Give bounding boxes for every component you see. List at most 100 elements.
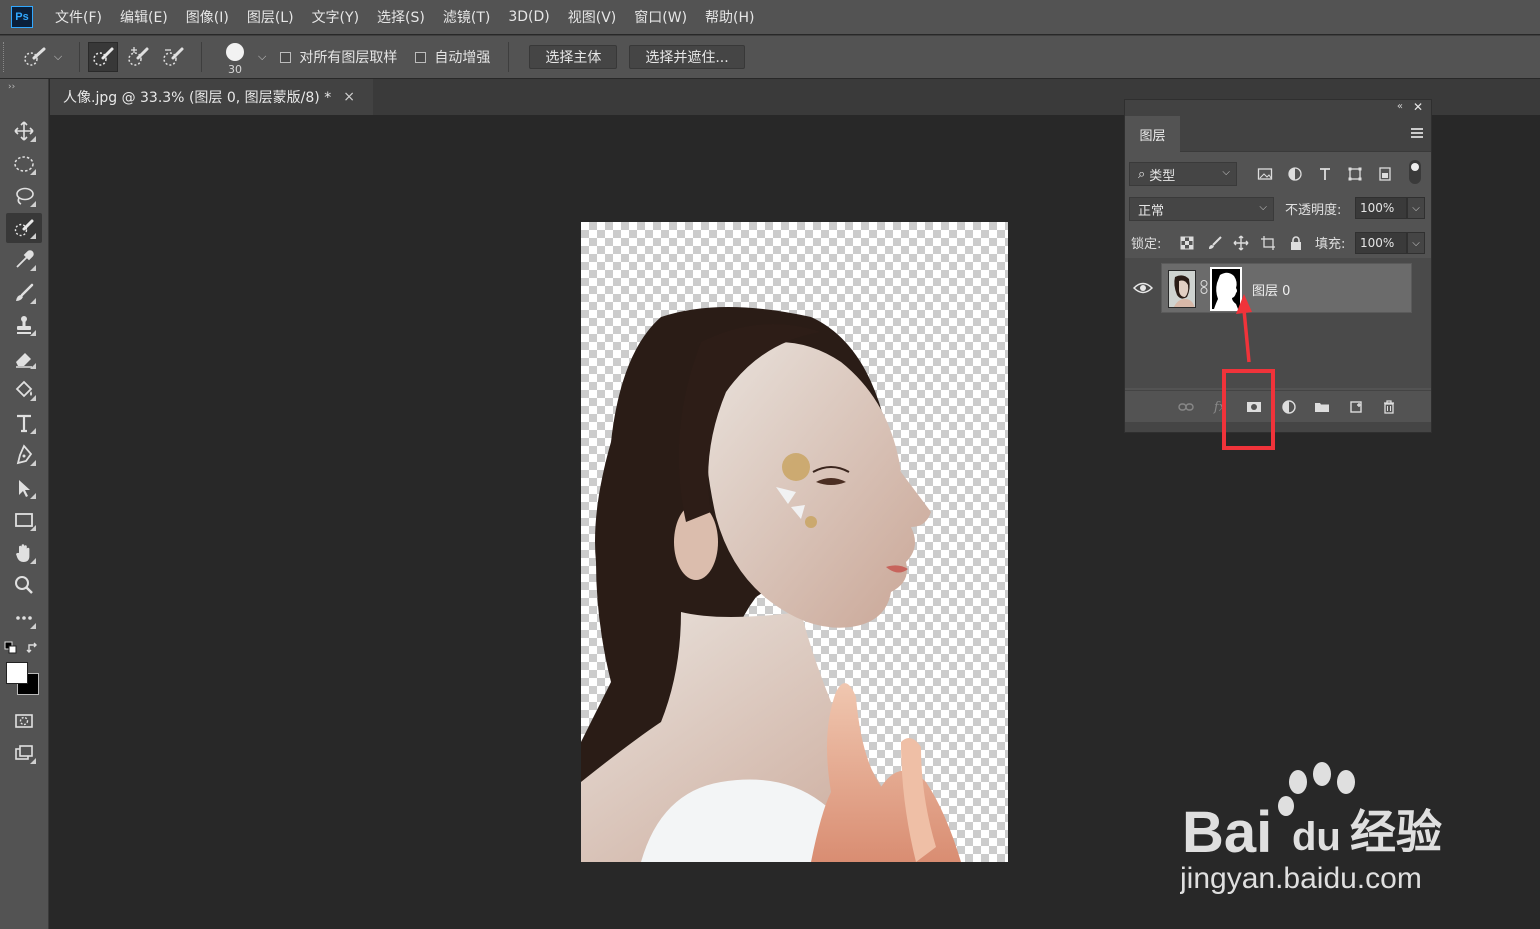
select-and-mask-button[interactable]: 选择并遮住...	[629, 45, 745, 69]
menu-file[interactable]: 文件(F)	[55, 7, 102, 27]
lasso-tool[interactable]	[6, 181, 42, 211]
smart-object-icon	[1379, 167, 1391, 181]
collapse-toolbar-icon[interactable]: ››	[8, 82, 15, 92]
submenu-indicator	[30, 265, 36, 271]
eyedropper-tool[interactable]	[6, 245, 42, 275]
lock-position-button[interactable]	[1232, 234, 1250, 252]
edit-toolbar-button[interactable]	[6, 603, 42, 633]
auto-enhance-checkbox[interactable]: 自动增强	[415, 47, 490, 67]
filter-toggle-switch[interactable]	[1409, 160, 1421, 184]
lock-artboard-button[interactable]	[1259, 234, 1277, 252]
checkbox-box	[415, 51, 427, 63]
new-adjustment-layer-button[interactable]	[1279, 398, 1299, 416]
subtract-from-selection-button[interactable]	[158, 42, 188, 72]
layer-row[interactable]: 图层 0	[1161, 263, 1412, 313]
eraser-tool[interactable]	[6, 343, 42, 373]
opacity-slider-toggle[interactable]: ⌵	[1407, 197, 1425, 219]
add-to-selection-button[interactable]	[123, 42, 153, 72]
submenu-indicator	[30, 758, 36, 764]
divider	[79, 42, 80, 72]
tool-preset-picker[interactable]: ⌵	[19, 42, 71, 72]
menu-layer[interactable]: 图层(L)	[247, 7, 294, 27]
collapse-panel-icon[interactable]: «	[1397, 101, 1403, 112]
rectangle-tool[interactable]	[6, 505, 42, 535]
path-selection-tool[interactable]	[6, 473, 42, 503]
filter-shape-button[interactable]	[1346, 165, 1364, 183]
paint-bucket-tool[interactable]	[6, 375, 42, 405]
clone-stamp-tool[interactable]	[6, 310, 42, 340]
filter-smart-object-button[interactable]	[1376, 165, 1394, 183]
type-tool[interactable]	[6, 408, 42, 438]
default-colors-icon[interactable]	[4, 641, 18, 655]
submenu-indicator	[30, 558, 36, 564]
hand-tool[interactable]	[6, 538, 42, 568]
layer-thumbnail[interactable]	[1168, 270, 1196, 308]
lock-all-button[interactable]	[1287, 234, 1305, 252]
mask-link-icon[interactable]	[1200, 280, 1208, 294]
link-layers-button[interactable]	[1176, 398, 1196, 416]
close-panel-icon[interactable]: ✕	[1413, 100, 1423, 114]
new-selection-button[interactable]	[88, 42, 118, 72]
new-group-button[interactable]	[1312, 398, 1332, 416]
delete-layer-button[interactable]	[1379, 398, 1399, 416]
filter-adjustment-button[interactable]	[1286, 165, 1304, 183]
foreground-color-swatch[interactable]	[6, 662, 28, 684]
marquee-tool[interactable]	[6, 149, 42, 179]
menu-help[interactable]: 帮助(H)	[705, 7, 754, 27]
document-tab[interactable]: 人像.jpg @ 33.3% (图层 0, 图层蒙版/8) * ×	[50, 79, 373, 115]
tools-panel: ››	[0, 79, 49, 929]
fill-slider-toggle[interactable]: ⌵	[1407, 232, 1425, 254]
layer-filter-select[interactable]: ⌕ 类型 ⌵	[1129, 162, 1237, 186]
menu-edit[interactable]: 编辑(E)	[120, 7, 168, 27]
new-layer-button[interactable]	[1346, 398, 1366, 416]
menu-image[interactable]: 图像(I)	[186, 7, 229, 27]
select-subject-button[interactable]: 选择主体	[529, 45, 618, 69]
panel-menu-icon[interactable]	[1411, 128, 1423, 138]
close-tab-icon[interactable]: ×	[343, 89, 355, 105]
eye-icon[interactable]	[1133, 280, 1153, 296]
chevron-down-icon[interactable]: ⌵	[258, 50, 266, 64]
menu-view[interactable]: 视图(V)	[568, 7, 617, 27]
menu-type[interactable]: 文字(Y)	[312, 7, 359, 27]
options-grip[interactable]	[3, 42, 9, 72]
document-canvas[interactable]	[581, 222, 1008, 862]
screen-mode-button[interactable]	[6, 738, 42, 768]
submenu-indicator	[30, 428, 36, 434]
opacity-label: 不透明度:	[1285, 203, 1342, 218]
menu-window[interactable]: 窗口(W)	[634, 7, 687, 27]
brush-size-picker[interactable]: 30	[216, 39, 254, 76]
submenu-indicator	[30, 201, 36, 207]
sample-all-layers-label: 对所有图层取样	[299, 50, 398, 66]
pen-tool[interactable]	[6, 440, 42, 470]
move-tool[interactable]	[6, 116, 42, 146]
quick-selection-tool[interactable]	[6, 213, 42, 243]
quick-mask-button[interactable]	[6, 706, 42, 736]
zoom-tool[interactable]	[6, 570, 42, 600]
lock-transparent-pixels-button[interactable]	[1178, 234, 1196, 252]
watermark-brand: Bai	[1182, 800, 1272, 865]
blend-mode-select[interactable]: 正常 ⌵	[1129, 197, 1274, 221]
fill-input[interactable]: 100%	[1355, 232, 1407, 254]
brush-tool[interactable]	[6, 278, 42, 308]
portrait-thumbnail-icon	[1169, 271, 1195, 307]
brush-size-value: 30	[228, 63, 242, 76]
sample-all-layers-checkbox[interactable]: 对所有图层取样	[280, 47, 397, 67]
swap-colors-icon[interactable]	[26, 641, 40, 655]
opacity-input[interactable]: 100%	[1355, 197, 1407, 219]
document-tab-title: 人像.jpg @ 33.3% (图层 0, 图层蒙版/8) *	[63, 90, 332, 106]
tab-layers[interactable]: 图层	[1125, 116, 1180, 152]
baidu-jingyan-watermark: Bai du 经验 jingyan.baidu.com	[1180, 762, 1442, 895]
adjustment-icon	[1288, 167, 1302, 181]
menu-3d[interactable]: 3D(D)	[508, 9, 549, 25]
link-icon	[1178, 403, 1194, 411]
brush-tip-icon	[226, 43, 244, 61]
shape-icon	[1348, 167, 1362, 181]
menu-bar: Ps 文件(F) 编辑(E) 图像(I) 图层(L) 文字(Y) 选择(S) 滤…	[0, 0, 1540, 34]
menu-select[interactable]: 选择(S)	[377, 7, 425, 27]
filter-type-button[interactable]	[1316, 165, 1334, 183]
lock-image-pixels-button[interactable]	[1206, 234, 1224, 252]
panel-resize-grip[interactable]	[1125, 422, 1431, 432]
annotation-arrow-icon	[1236, 294, 1252, 363]
menu-filter[interactable]: 滤镜(T)	[443, 7, 490, 27]
filter-pixel-button[interactable]	[1256, 165, 1274, 183]
